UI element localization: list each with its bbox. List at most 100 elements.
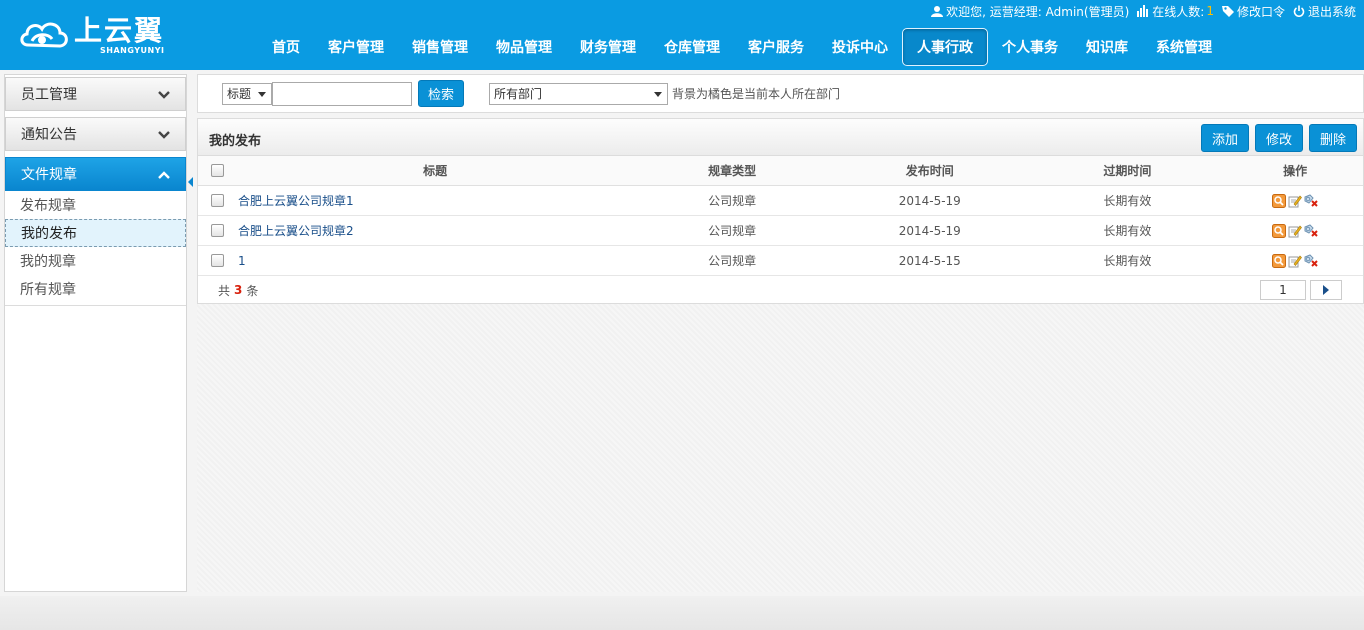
dropdown-arrow-icon [258,91,266,97]
row-title-link[interactable]: 合肥上云翼公司规章1 [238,194,354,208]
user-icon [931,5,944,17]
row-date: 2014-5-19 [898,193,961,208]
department-value: 所有部门 [494,87,543,101]
row-title-link[interactable]: 合肥上云翼公司规章2 [238,224,354,238]
page-number-input[interactable]: 1 [1260,280,1306,300]
bar-chart-icon [1137,5,1149,17]
sidebar-item-my-rules[interactable]: 我的规章 [5,247,186,275]
content-background [197,304,1364,592]
row-expire: 长期有效 [1103,194,1152,208]
row-checkbox[interactable] [211,194,225,207]
sidebar-item-my-publish[interactable]: 我的发布 [5,219,186,247]
sidebar: 员工管理 通知公告 文件规章 发布规章 我的发布 我的规章 所有规章 [4,74,193,592]
panel-title: 我的发布 [209,134,262,149]
sidebar-group-notice[interactable]: 通知公告 [5,117,186,151]
col-type: 规章类型 [708,164,757,178]
arrow-right-icon [1323,285,1329,295]
edit-icon[interactable] [1288,224,1303,238]
sidebar-group-label: 通知公告 [21,127,77,143]
table-row: 合肥上云翼公司规章2 公司规章 2014-5-19 长期有效 [198,216,1363,246]
delete-icon[interactable] [1304,223,1318,238]
view-icon[interactable] [1272,193,1287,208]
cloud-logo-icon [20,22,68,48]
row-checkbox[interactable] [211,224,225,237]
row-checkbox[interactable] [211,254,225,267]
delete-icon[interactable] [1304,193,1318,208]
nav-item-customer[interactable]: 客户管理 [314,28,398,66]
row-title-link[interactable]: 1 [238,254,246,268]
nav-item-service[interactable]: 客户服务 [734,28,818,66]
row-expire: 长期有效 [1103,224,1152,238]
pager: 1 [1260,280,1342,300]
sidebar-group-rules[interactable]: 文件规章 [5,157,186,191]
col-ops: 操作 [1283,164,1308,178]
main-nav: 首页 客户管理 销售管理 物品管理 财务管理 仓库管理 客户服务 投诉中心 人事… [258,28,1226,66]
total-suffix: 条 [246,283,259,298]
table-row: 合肥上云翼公司规章1 公司规章 2014-5-19 长期有效 [198,186,1363,216]
row-expire: 长期有效 [1103,254,1152,268]
nav-item-hr-admin[interactable]: 人事行政 [902,28,988,66]
my-publish-panel: 我的发布 添加 修改 删除 标题 规章类型 发布时间 过期时间 操作 合肥上云翼… [197,118,1364,304]
department-select[interactable]: 所有部门 [489,82,668,105]
edit-icon[interactable] [1288,254,1303,268]
edit-button[interactable]: 修改 [1254,124,1303,152]
chevron-down-icon [158,131,170,139]
row-type: 公司规章 [708,224,757,238]
sidebar-group-label: 员工管理 [21,87,77,103]
change-password-label: 修改口令 [1236,4,1285,19]
nav-item-system[interactable]: 系统管理 [1142,28,1226,66]
col-date: 发布时间 [905,164,954,178]
total-count: 3 [234,283,243,297]
row-type: 公司规章 [708,254,757,268]
change-password-link[interactable]: 修改口令 [1221,3,1285,20]
logout-label: 退出系统 [1307,4,1356,19]
delete-icon[interactable] [1304,253,1318,268]
nav-item-sales[interactable]: 销售管理 [398,28,482,66]
col-expire: 过期时间 [1103,164,1152,178]
logo: 上云翼 SHANGYUNYI [18,10,178,60]
department-hint: 背景为橘色是当前本人所在部门 [672,87,841,101]
search-field-select[interactable]: 标题 [222,82,272,105]
nav-item-goods[interactable]: 物品管理 [482,28,566,66]
sidebar-item-publish-rule[interactable]: 发布规章 [5,191,186,219]
search-input[interactable] [272,81,412,106]
next-page-button[interactable] [1310,280,1342,300]
user-welcome-text: 欢迎您, 运营经理: Admin(管理员) [946,4,1130,19]
edit-icon[interactable] [1288,194,1303,208]
user-bar: 欢迎您, 运营经理: Admin(管理员) 在线人数: 1 修改口令 退出系统 [923,2,1356,20]
delete-button[interactable]: 删除 [1308,124,1357,152]
table-header: 标题 规章类型 发布时间 过期时间 操作 [198,156,1363,186]
nav-item-home[interactable]: 首页 [258,28,314,66]
nav-item-warehouse[interactable]: 仓库管理 [650,28,734,66]
row-date: 2014-5-15 [898,253,961,268]
row-type: 公司规章 [708,194,757,208]
nav-item-finance[interactable]: 财务管理 [566,28,650,66]
online-label: 在线人数: [1152,4,1205,19]
chevron-up-icon [158,171,170,179]
search-button[interactable]: 检索 [418,80,464,107]
select-all-checkbox[interactable] [211,164,225,177]
logo-subtext: SHANGYUNYI [100,45,165,55]
table-row: 1 公司规章 2014-5-15 长期有效 [198,246,1363,276]
col-title: 标题 [423,164,448,178]
add-button[interactable]: 添加 [1200,124,1249,152]
view-icon[interactable] [1272,223,1287,238]
nav-item-knowledge[interactable]: 知识库 [1072,28,1142,66]
sidebar-pointer [188,177,193,187]
rules-table: 标题 规章类型 发布时间 过期时间 操作 合肥上云翼公司规章1 公司规章 201… [198,156,1363,304]
search-field-value: 标题 [227,87,252,101]
table-footer: 共 3 条 1 [198,276,1363,304]
view-icon[interactable] [1272,253,1287,268]
sidebar-item-all-rules[interactable]: 所有规章 [5,275,186,303]
nav-item-complaint[interactable]: 投诉中心 [818,28,902,66]
logo-text: 上云翼 [74,13,165,47]
bottom-bar [0,596,1364,630]
nav-item-personal[interactable]: 个人事务 [988,28,1072,66]
sidebar-group-label: 文件规章 [21,167,77,183]
search-bar: 标题 检索 所有部门 背景为橘色是当前本人所在部门 [197,74,1364,113]
logout-link[interactable]: 退出系统 [1293,3,1356,20]
sidebar-group-staff[interactable]: 员工管理 [5,77,186,111]
row-date: 2014-5-19 [898,223,961,238]
panel-header: 我的发布 添加 修改 删除 [198,119,1363,156]
power-icon [1293,5,1305,17]
